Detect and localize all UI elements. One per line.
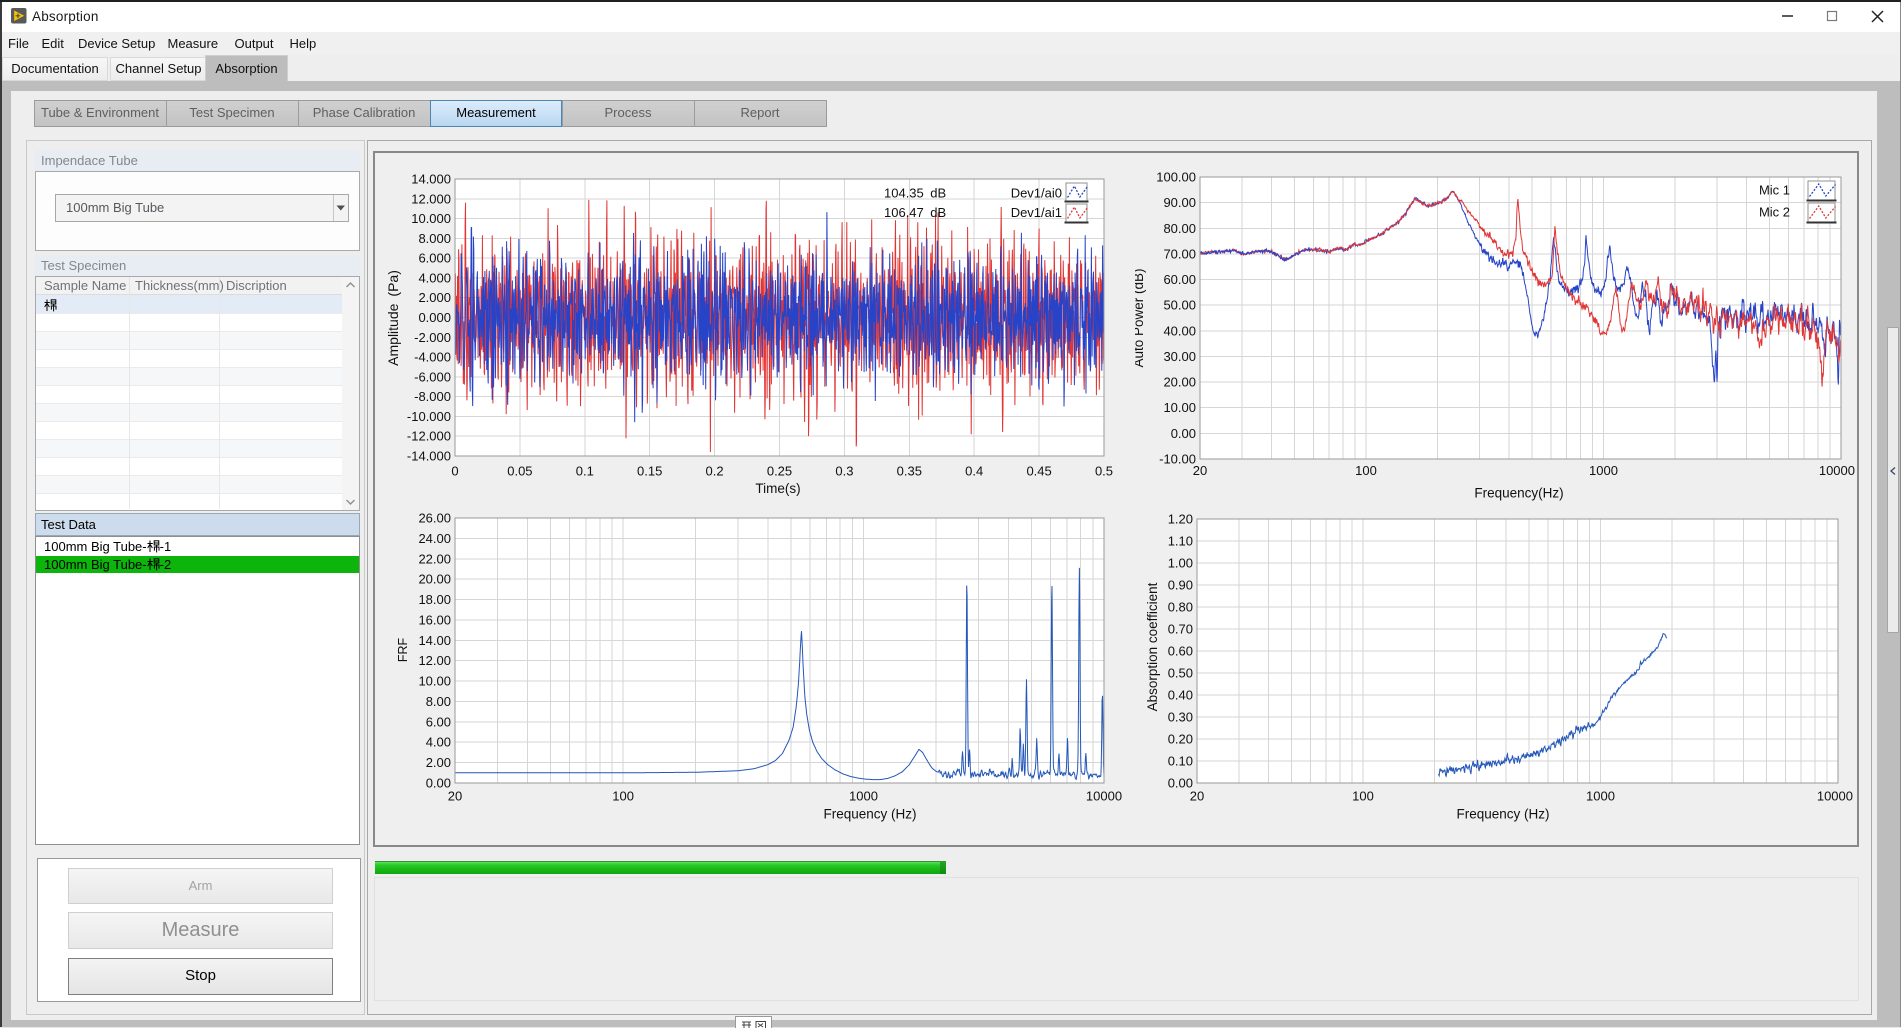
svg-text:18.00: 18.00	[418, 592, 451, 607]
svg-text:4.000: 4.000	[418, 270, 451, 285]
svg-text:100: 100	[1355, 463, 1377, 478]
svg-text:1.20: 1.20	[1168, 512, 1193, 527]
svg-text:16.00: 16.00	[418, 612, 451, 627]
svg-text:Frequency(Hz): Frequency(Hz)	[1474, 486, 1563, 501]
svg-text:0.30: 0.30	[1168, 710, 1193, 725]
svg-text:Frequency (Hz): Frequency (Hz)	[1456, 807, 1549, 822]
svg-text:0.90: 0.90	[1168, 578, 1193, 593]
svg-text:0.4: 0.4	[965, 464, 983, 479]
svg-text:-2.000: -2.000	[414, 330, 451, 345]
svg-text:104.35 dB: 104.35 dB	[884, 186, 946, 201]
svg-text:4.00: 4.00	[426, 735, 451, 750]
svg-text:Mic 1: Mic 1	[1759, 183, 1790, 198]
svg-text:106.47 dB: 106.47 dB	[884, 205, 946, 220]
svg-text:-8.000: -8.000	[414, 389, 451, 404]
svg-text:40.00: 40.00	[1163, 323, 1196, 338]
svg-text:20.00: 20.00	[1163, 375, 1196, 390]
svg-text:10000: 10000	[1086, 789, 1122, 804]
svg-text:8.000: 8.000	[418, 231, 451, 246]
svg-text:14.00: 14.00	[418, 633, 451, 648]
svg-text:80.00: 80.00	[1163, 221, 1196, 236]
svg-text:12.00: 12.00	[418, 653, 451, 668]
svg-text:20: 20	[448, 789, 462, 804]
svg-text:50.00: 50.00	[1163, 298, 1196, 313]
svg-text:Amplitude (Pa): Amplitude (Pa)	[385, 270, 401, 366]
svg-text:0.00: 0.00	[1171, 426, 1196, 441]
svg-text:Absorption coefficient: Absorption coefficient	[1145, 582, 1160, 711]
svg-text:-10.00: -10.00	[1159, 452, 1196, 467]
svg-text:0.60: 0.60	[1168, 644, 1193, 659]
svg-text:Dev1/ai1: Dev1/ai1	[1011, 205, 1062, 220]
svg-text:2.000: 2.000	[418, 290, 451, 305]
svg-text:20.00: 20.00	[418, 572, 451, 587]
svg-text:26.00: 26.00	[418, 511, 451, 526]
svg-text:0.1: 0.1	[576, 464, 594, 479]
svg-text:0.3: 0.3	[835, 464, 853, 479]
svg-text:0.000: 0.000	[418, 310, 451, 325]
svg-text:10.000: 10.000	[411, 211, 451, 226]
svg-text:0.25: 0.25	[767, 464, 792, 479]
svg-text:-14.000: -14.000	[407, 449, 451, 464]
svg-text:0.15: 0.15	[637, 464, 662, 479]
svg-text:8.00: 8.00	[426, 694, 451, 709]
svg-text:90.00: 90.00	[1163, 195, 1196, 210]
svg-text:100.00: 100.00	[1156, 170, 1196, 185]
svg-text:Frequency (Hz): Frequency (Hz)	[823, 807, 916, 822]
svg-text:1000: 1000	[849, 789, 878, 804]
svg-text:0.40: 0.40	[1168, 688, 1193, 703]
svg-text:FRF: FRF	[396, 637, 410, 662]
svg-text:0.20: 0.20	[1168, 732, 1193, 747]
svg-text:100: 100	[1352, 789, 1374, 804]
svg-text:70.00: 70.00	[1163, 246, 1196, 261]
svg-text:Time(s): Time(s)	[755, 481, 800, 496]
svg-text:0: 0	[451, 464, 458, 479]
svg-text:Auto Power (dB): Auto Power (dB)	[1135, 268, 1146, 367]
svg-text:12.000: 12.000	[411, 191, 451, 206]
svg-text:60.00: 60.00	[1163, 272, 1196, 287]
svg-text:-12.000: -12.000	[407, 429, 451, 444]
svg-text:1000: 1000	[1586, 789, 1615, 804]
svg-text:10.00: 10.00	[418, 674, 451, 689]
svg-text:-4.000: -4.000	[414, 350, 451, 365]
svg-text:0.50: 0.50	[1168, 666, 1193, 681]
svg-text:100: 100	[612, 789, 634, 804]
svg-text:0.2: 0.2	[706, 464, 724, 479]
svg-text:Dev1/ai0: Dev1/ai0	[1011, 186, 1062, 201]
svg-text:0.35: 0.35	[897, 464, 922, 479]
svg-text:14.000: 14.000	[411, 172, 451, 187]
svg-text:0.5: 0.5	[1095, 464, 1113, 479]
svg-text:1.00: 1.00	[1168, 556, 1193, 571]
svg-text:1.10: 1.10	[1168, 534, 1193, 549]
svg-text:0.10: 0.10	[1168, 754, 1193, 769]
svg-text:22.00: 22.00	[418, 551, 451, 566]
svg-text:0.80: 0.80	[1168, 600, 1193, 615]
svg-text:0.70: 0.70	[1168, 622, 1193, 637]
svg-text:30.00: 30.00	[1163, 349, 1196, 364]
svg-text:24.00: 24.00	[418, 531, 451, 546]
svg-text:6.000: 6.000	[418, 251, 451, 266]
svg-text:1000: 1000	[1589, 463, 1618, 478]
svg-text:Mic 2: Mic 2	[1759, 205, 1790, 220]
svg-text:6.00: 6.00	[426, 714, 451, 729]
svg-text:10000: 10000	[1819, 463, 1855, 478]
svg-text:0.45: 0.45	[1026, 464, 1051, 479]
svg-text:10.00: 10.00	[1163, 400, 1196, 415]
svg-text:10000: 10000	[1817, 789, 1853, 804]
svg-text:2.00: 2.00	[426, 755, 451, 770]
svg-text:20: 20	[1193, 463, 1207, 478]
svg-text:-10.000: -10.000	[407, 409, 451, 424]
svg-text:0.05: 0.05	[507, 464, 532, 479]
svg-text:-6.000: -6.000	[414, 369, 451, 384]
svg-text:20: 20	[1190, 789, 1204, 804]
